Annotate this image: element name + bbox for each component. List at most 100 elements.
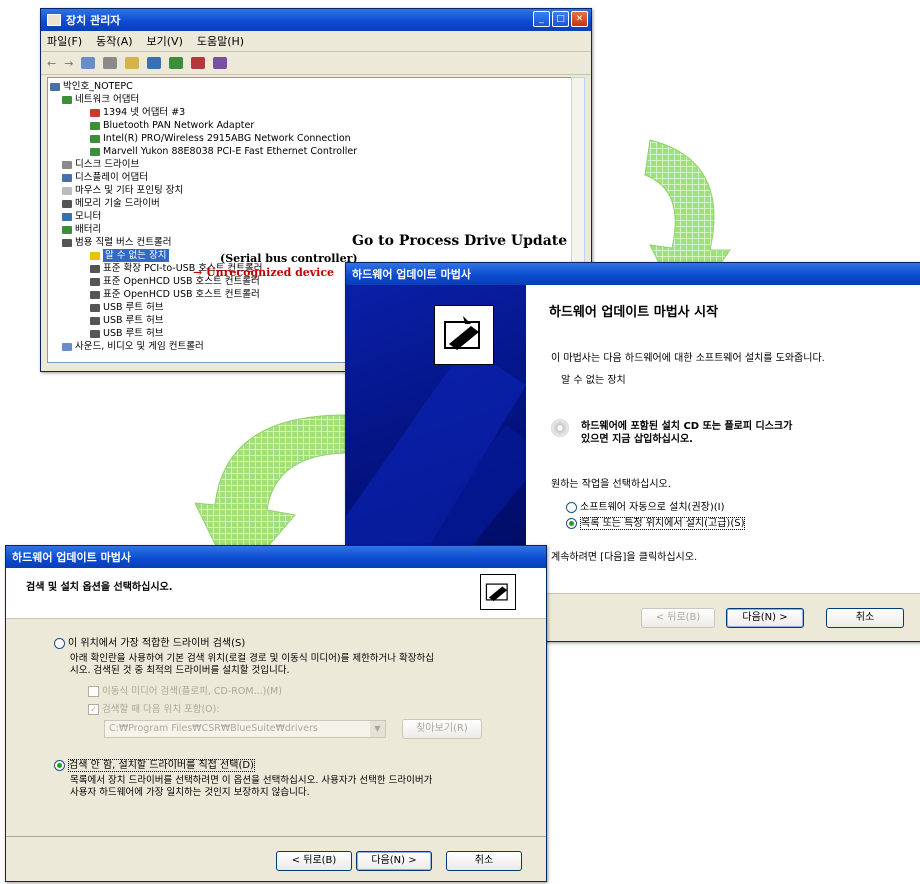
- scan-icon[interactable]: [147, 57, 162, 69]
- cd-disc-icon: [551, 419, 569, 437]
- wizard-start-next-button[interactable]: 다음(N) >: [726, 608, 804, 628]
- network-adapter-icon: [90, 121, 100, 130]
- menu-view[interactable]: 보기(V): [147, 33, 183, 49]
- disk-icon: [62, 160, 72, 169]
- help-icon[interactable]: [125, 57, 140, 69]
- menu-action[interactable]: 동작(A): [96, 33, 132, 49]
- radio-search[interactable]: [54, 637, 65, 649]
- tree-node-usb-hub-3[interactable]: USB 루트 허브: [90, 327, 164, 340]
- tree-node-ethernet[interactable]: Marvell Yukon 88E8038 PCI-E Fast Etherne…: [90, 145, 357, 158]
- device-manager-title: 장치 관리자: [66, 14, 121, 27]
- wizard-options-titlebar[interactable]: 하드웨어 업데이트 마법사: [6, 546, 546, 568]
- device-manager-titlebar[interactable]: 장치 관리자: [41, 9, 591, 31]
- tree-node-wireless[interactable]: Intel(R) PRO/Wireless 2915ABG Network Co…: [90, 132, 351, 145]
- wizard-options-next-button[interactable]: 다음(N) >: [356, 851, 432, 871]
- disable-icon[interactable]: [213, 57, 228, 69]
- option-manual-install[interactable]: 목록 또는 특정 위치에서 설치(고급)(S): [566, 514, 746, 530]
- wizard-options-divider: [6, 836, 546, 837]
- menu-help[interactable]: 도움말(H): [197, 33, 244, 49]
- wizard-start-titlebar[interactable]: 하드웨어 업데이트 마법사: [346, 263, 920, 285]
- wizard-options-header: [6, 568, 546, 619]
- network-icon: [62, 95, 72, 104]
- tree-node-computer[interactable]: 박인호_NOTEPC: [50, 80, 133, 93]
- sound-icon: [62, 342, 72, 351]
- wizard-options-title: 하드웨어 업데이트 마법사: [12, 551, 131, 564]
- wizard-options-heading: 검색 및 설치 옵션을 선택하십시오.: [26, 582, 173, 593]
- annotation-serial-bus: (Serial bus controller): [220, 252, 358, 265]
- checkbox-removable-media[interactable]: 이동식 미디어 검색(플로피, CD-ROM...)(M): [88, 683, 282, 697]
- hardware-wizard-small-icon: [480, 574, 516, 610]
- radio-dont-search[interactable]: [54, 759, 65, 771]
- wizard-options-back-button[interactable]: < 뒤로(B): [276, 851, 352, 871]
- tree-node-1394[interactable]: 1394 넷 어댑터 #3: [90, 106, 185, 119]
- wizard-options-cancel-button[interactable]: 취소: [446, 851, 522, 871]
- wizard-start-device: 알 수 없는 장치: [561, 375, 626, 386]
- computer-icon: [50, 82, 60, 91]
- radio-auto[interactable]: [566, 501, 577, 513]
- tree-node-usb-hub-1[interactable]: USB 루트 허브: [90, 301, 164, 314]
- update-driver-icon[interactable]: [169, 57, 184, 69]
- usb-icon: [90, 303, 100, 312]
- location-path-combo[interactable]: C:₩Program Files₩CSR₩BlueSuite₩drivers ▼: [104, 720, 386, 738]
- battery-icon: [62, 225, 72, 234]
- tree-node-usb-hub-2[interactable]: USB 루트 허브: [90, 314, 164, 327]
- annotation-go-to: Go to Process Drive Update: [352, 233, 568, 249]
- maximize-button[interactable]: □: [552, 11, 569, 27]
- wizard-start-back-button[interactable]: < 뒤로(B): [641, 608, 715, 628]
- checkbox-location[interactable]: ✓: [88, 704, 99, 715]
- wizard-start-title: 하드웨어 업데이트 마법사: [352, 268, 471, 281]
- memory-icon: [62, 199, 72, 208]
- device-manager-icon: [47, 14, 61, 26]
- option-manual-select[interactable]: 검색 안 함, 설치할 드라이버를 직접 선택(D): [54, 756, 255, 772]
- tree-node-usb-controllers[interactable]: 범용 직렬 버스 컨트롤러: [62, 236, 171, 249]
- minimize-button[interactable]: _: [533, 11, 550, 27]
- menu-file[interactable]: 파일(F): [47, 33, 82, 49]
- tree-node-battery[interactable]: 배터리: [62, 223, 101, 236]
- unknown-device-icon: [90, 251, 100, 260]
- checkbox-include-location[interactable]: ✓ 검색할 때 다음 위치 포함(O):: [88, 701, 220, 715]
- search-desc-line2: 시오. 검색된 것 중 최적의 드라이버를 설치할 것입니다.: [70, 665, 290, 676]
- checkbox-media[interactable]: [88, 686, 99, 697]
- mouse-icon: [62, 186, 72, 195]
- tree-node-memory[interactable]: 메모리 기술 드라이버: [62, 197, 160, 210]
- uninstall-icon[interactable]: [191, 57, 206, 69]
- properties-icon[interactable]: [81, 57, 96, 69]
- tree-node-monitor[interactable]: 모니터: [62, 210, 101, 223]
- tree-node-sound[interactable]: 사운드, 비디오 및 게임 컨트롤러: [62, 340, 204, 353]
- wizard-question: 원하는 작업을 선택하십시오.: [551, 479, 671, 490]
- wizard-start-intro: 이 마법사는 다음 하드웨어에 대한 소프트웨어 설치를 도와줍니다.: [551, 353, 825, 364]
- tree-node-unknown-device[interactable]: 알 수 없는 장치: [90, 249, 169, 262]
- monitor-icon: [62, 212, 72, 221]
- browse-button[interactable]: 찾아보기(R): [402, 719, 482, 739]
- tree-node-display[interactable]: 디스플레이 어댑터: [62, 171, 148, 184]
- wizard-start-cancel-button[interactable]: 취소: [826, 608, 904, 628]
- usb-icon: [62, 238, 72, 247]
- annotation-unrecognized: → Unrecognized device: [193, 266, 335, 279]
- manual-desc-line2: 사용자 하드웨어에 가장 일치하는 것인지 보장하지 않습니다.: [70, 787, 310, 798]
- usb-icon: [90, 277, 100, 286]
- forward-icon[interactable]: →: [64, 57, 73, 70]
- tree-node-network[interactable]: 네트워크 어댑터: [62, 93, 139, 106]
- display-icon: [62, 173, 72, 182]
- usb-icon: [90, 329, 100, 338]
- print-icon[interactable]: [103, 57, 118, 69]
- tree-node-mouse[interactable]: 마우스 및 기타 포인팅 장치: [62, 184, 183, 197]
- network-adapter-icon: [90, 134, 100, 143]
- combo-dropdown-icon[interactable]: ▼: [370, 721, 385, 737]
- network-adapter-icon: [90, 147, 100, 156]
- wizard-continue-hint: 계속하려면 [다음]을 클릭하십시오.: [551, 552, 698, 563]
- tree-node-bluetooth[interactable]: Bluetooth PAN Network Adapter: [90, 119, 254, 132]
- usb-icon: [90, 316, 100, 325]
- radio-manual[interactable]: [566, 517, 577, 529]
- usb-icon: [90, 290, 100, 299]
- close-button[interactable]: ✕: [571, 11, 588, 27]
- tree-node-disk[interactable]: 디스크 드라이브: [62, 158, 139, 171]
- wizard-cd-note-2: 있으면 지금 삽입하십시오.: [581, 434, 693, 445]
- back-icon[interactable]: ←: [47, 57, 56, 70]
- wizard-start-heading: 하드웨어 업데이트 마법사 시작: [549, 305, 719, 320]
- option-search-best[interactable]: 이 위치에서 가장 적합한 드라이버 검색(S): [54, 634, 245, 649]
- toolbar: ← →: [41, 52, 591, 75]
- hardware-wizard-icon: [434, 305, 494, 365]
- tree-node-usb-host-3[interactable]: 표준 OpenHCD USB 호스트 컨트롤러: [90, 288, 260, 301]
- option-auto-install[interactable]: 소프트웨어 자동으로 설치(권장)(I): [566, 498, 725, 513]
